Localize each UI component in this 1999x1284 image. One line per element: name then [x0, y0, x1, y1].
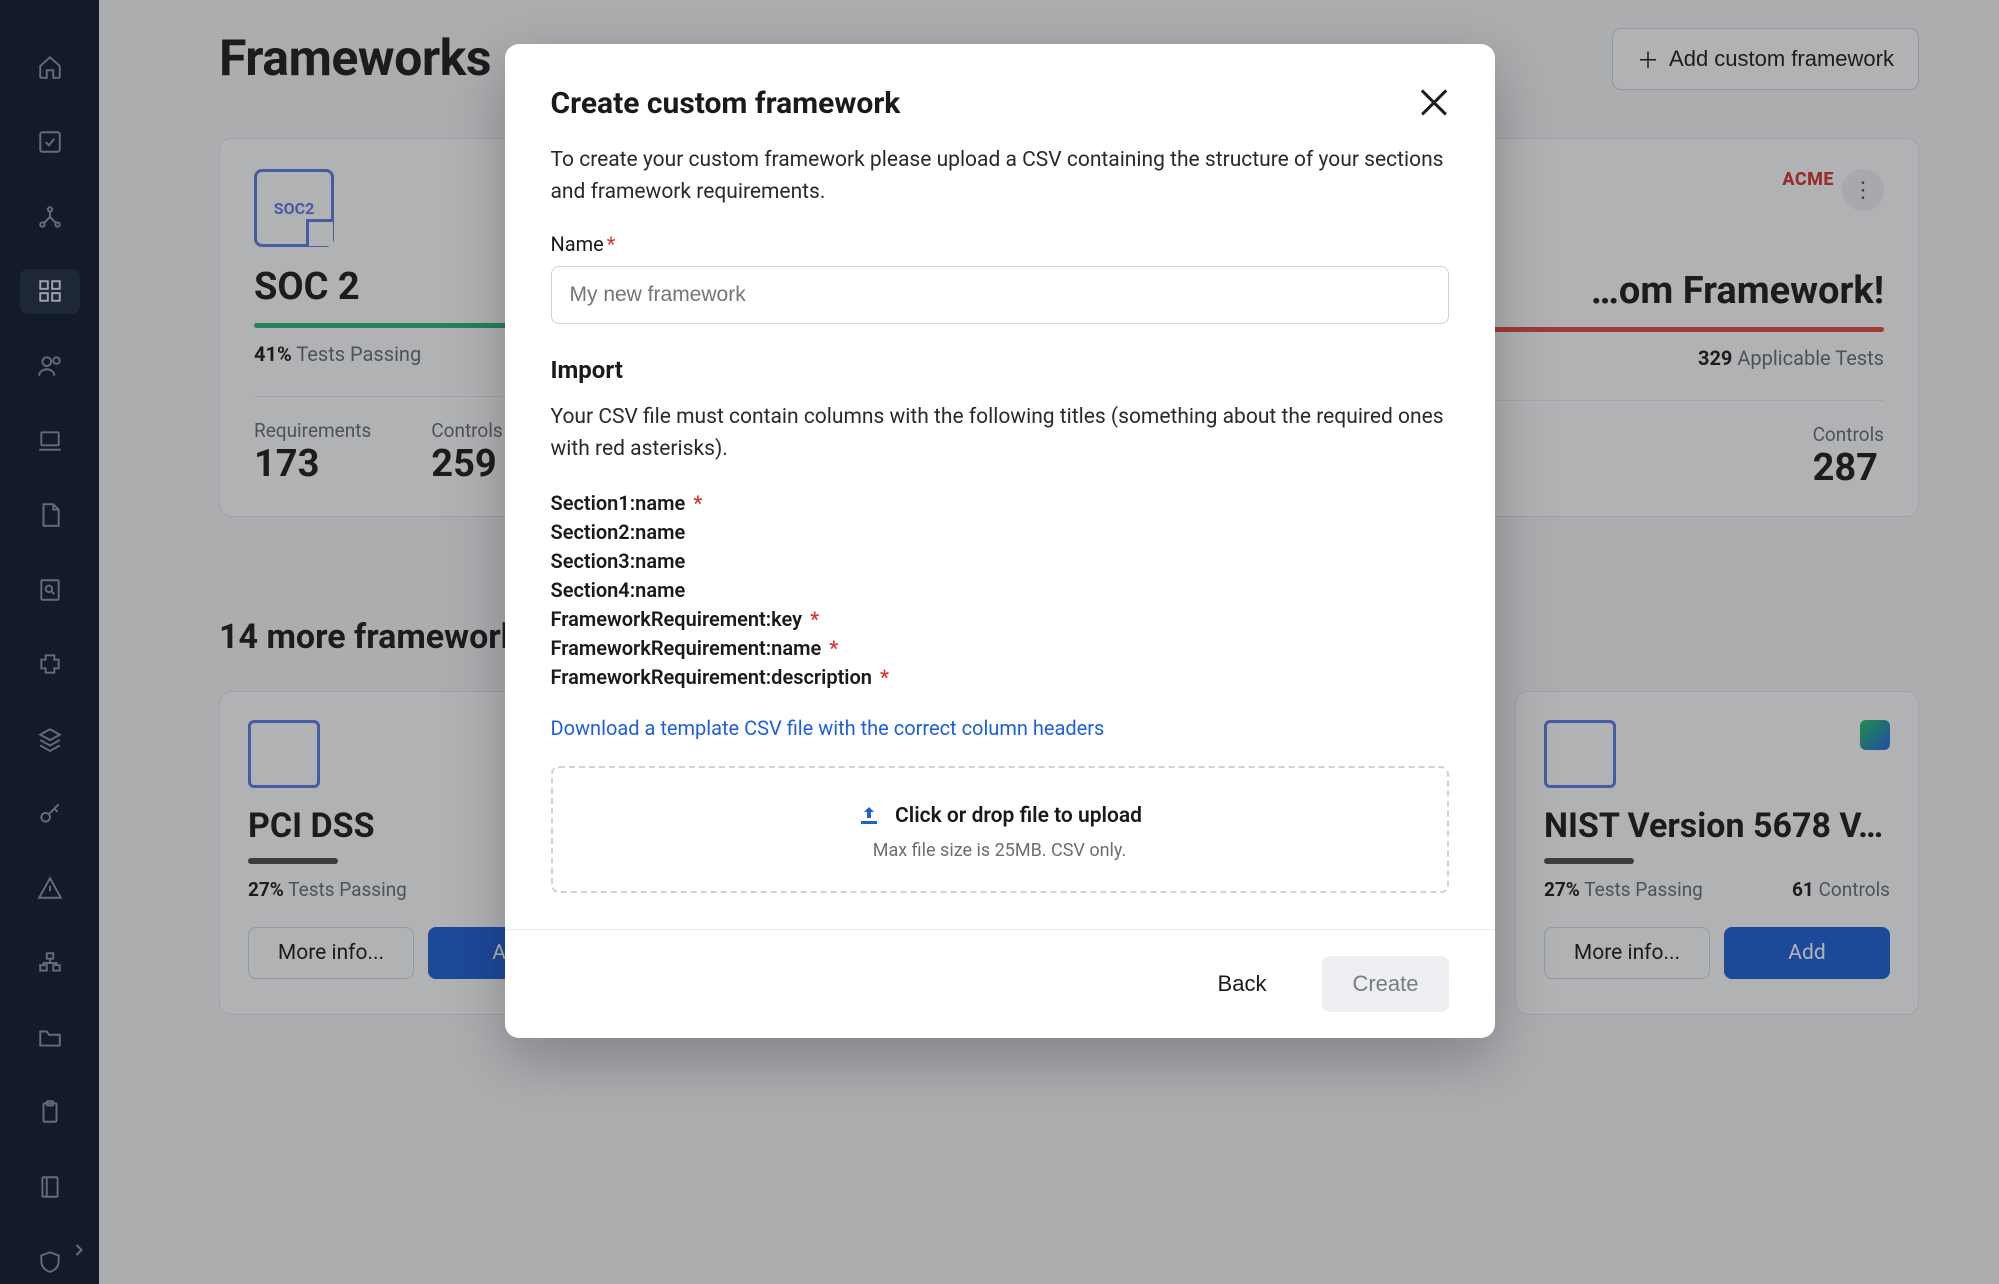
- modal-title: Create custom framework: [551, 86, 1449, 121]
- import-heading: Import: [551, 356, 1449, 384]
- modal-close-button[interactable]: [1417, 84, 1451, 118]
- dropzone-text: Click or drop file to upload: [895, 804, 1142, 828]
- modal-overlay[interactable]: Create custom framework To create your c…: [0, 0, 1999, 1284]
- import-description: Your CSV file must contain columns with …: [551, 402, 1449, 465]
- file-dropzone[interactable]: Click or drop file to upload Max file si…: [551, 766, 1449, 893]
- create-framework-modal: Create custom framework To create your c…: [505, 44, 1495, 1038]
- upload-icon: [857, 804, 881, 828]
- create-button[interactable]: Create: [1322, 956, 1448, 1012]
- name-label: Name*: [551, 232, 1449, 256]
- modal-intro-text: To create your custom framework please u…: [551, 145, 1449, 208]
- framework-name-input[interactable]: [551, 266, 1449, 324]
- csv-columns-list: Section1:name *Section2:nameSection3:nam…: [551, 489, 1449, 692]
- dropzone-subtext: Max file size is 25MB. CSV only.: [573, 840, 1427, 861]
- back-button[interactable]: Back: [1188, 956, 1297, 1012]
- download-template-link[interactable]: Download a template CSV file with the co…: [551, 716, 1105, 740]
